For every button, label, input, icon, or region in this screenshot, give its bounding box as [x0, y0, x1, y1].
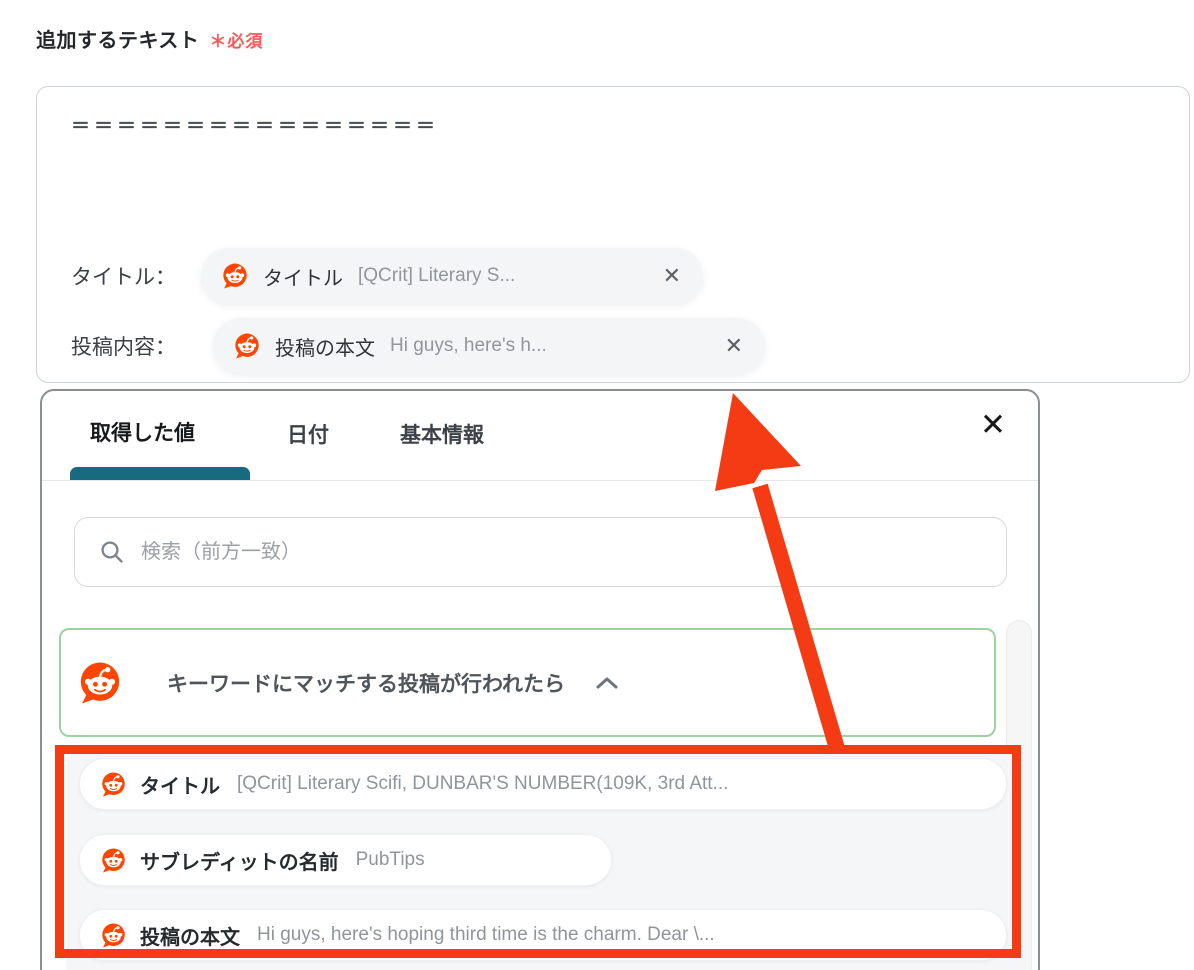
- chip-name: タイトル: [263, 267, 343, 290]
- value-name: サブレディットの名前: [140, 851, 339, 874]
- close-icon[interactable]: ✕: [663, 263, 681, 289]
- editor-text-line: ＝＝＝＝＝＝＝＝＝＝＝＝＝＝＝＝: [71, 116, 440, 137]
- trigger-label: キーワードにマッチする投稿が行われたら: [167, 672, 565, 696]
- row-label: 投稿内容：: [71, 336, 176, 359]
- reddit-icon: [102, 923, 125, 947]
- search-input[interactable]: [141, 540, 982, 564]
- value-preview: PubTips: [355, 849, 425, 870]
- close-icon[interactable]: ✕: [725, 333, 743, 359]
- chip-value: Hi guys, here's h...: [390, 335, 547, 356]
- variable-chip-body[interactable]: 投稿の本文 Hi guys, here's h... ✕: [213, 318, 765, 374]
- chip-name: 投稿の本文: [275, 337, 375, 360]
- value-name: タイトル: [140, 775, 220, 798]
- tab-date[interactable]: 日付: [287, 419, 329, 449]
- value-row-title[interactable]: タイトル [QCrit] Literary Scifi, DUNBAR'S NU…: [79, 758, 1007, 810]
- value-name: 投稿の本文: [140, 926, 240, 949]
- text-editor-field[interactable]: ＝＝＝＝＝＝＝＝＝＝＝＝＝＝＝＝ タイトル： タイトル [QCrit] Lite…: [36, 86, 1190, 383]
- trigger-group-header[interactable]: キーワードにマッチする投稿が行われたら: [59, 628, 996, 737]
- reddit-icon: [223, 263, 247, 289]
- field-label: 追加するテキスト: [36, 30, 200, 52]
- value-row-subreddit[interactable]: サブレディットの名前 PubTips: [79, 834, 612, 886]
- required-badge: ＊必須: [209, 27, 263, 52]
- search-box: [74, 517, 1007, 587]
- search-icon: [101, 541, 123, 563]
- reddit-icon: [80, 662, 120, 703]
- close-icon[interactable]: ✕: [980, 409, 1006, 440]
- variable-picker-modal: 取得した値 日付 基本情報 ✕ キーワードにマッチする投稿が行われたら: [40, 389, 1040, 970]
- chip-value: [QCrit] Literary S...: [358, 265, 516, 286]
- value-preview: Hi guys, here's hoping third time is the…: [257, 924, 715, 945]
- value-row-post-body[interactable]: 投稿の本文 Hi guys, here's hoping third time …: [79, 909, 1007, 961]
- chevron-up-icon[interactable]: [595, 675, 619, 691]
- required-label: 必須: [227, 32, 264, 51]
- tab-obtained-values[interactable]: 取得した値: [90, 417, 195, 447]
- tab-divider: [42, 480, 1038, 481]
- row-label: タイトル：: [71, 266, 176, 289]
- reddit-icon: [235, 333, 259, 359]
- variable-chip-title[interactable]: タイトル [QCrit] Literary S... ✕: [201, 248, 703, 304]
- reddit-icon: [102, 848, 125, 872]
- required-marker: ＊: [209, 32, 228, 51]
- tab-basic-info[interactable]: 基本情報: [400, 419, 484, 449]
- reddit-icon: [102, 772, 125, 796]
- value-preview: [QCrit] Literary Scifi, DUNBAR'S NUMBER(…: [237, 773, 729, 794]
- active-tab-indicator: [70, 467, 250, 481]
- field-header: 追加するテキスト ＊必須: [36, 24, 263, 53]
